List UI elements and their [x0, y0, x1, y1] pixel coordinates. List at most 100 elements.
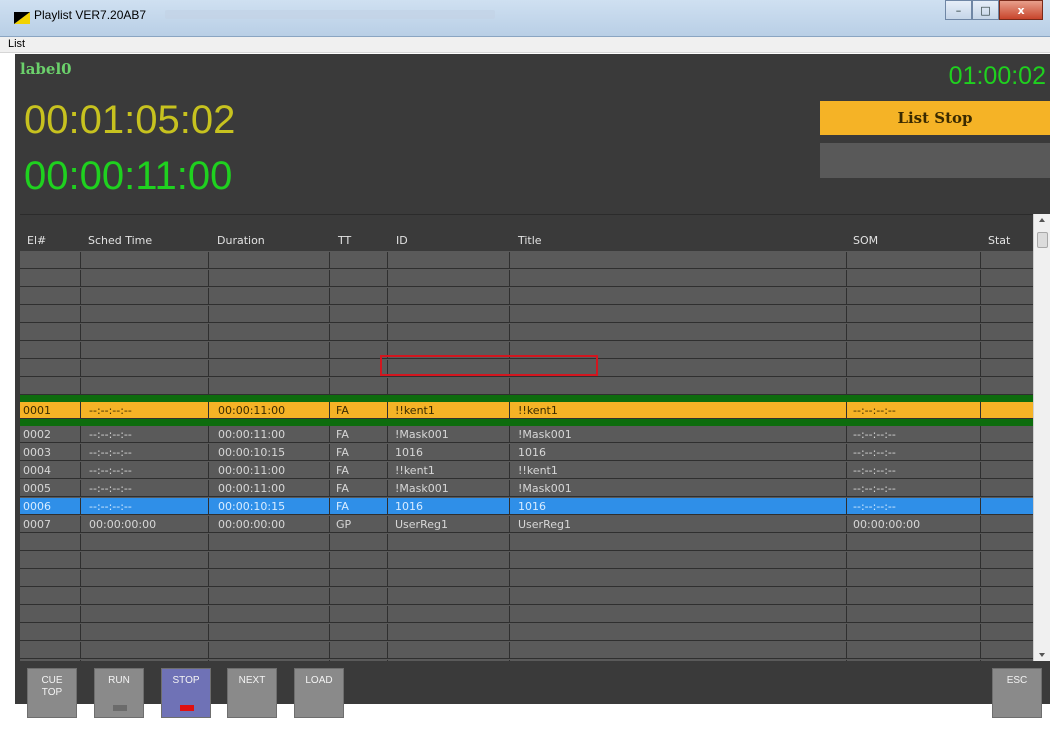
grid-column-divider: [509, 462, 510, 478]
grid-column-divider: [509, 624, 510, 640]
empty-row[interactable]: [20, 534, 1033, 551]
grid-column-divider: [208, 570, 209, 586]
empty-row[interactable]: [20, 642, 1033, 659]
empty-row[interactable]: [20, 270, 1033, 287]
cell-duration: 00:00:10:15: [218, 500, 286, 513]
grid-column-divider: [208, 288, 209, 304]
grid-column-divider: [387, 288, 388, 304]
col-header-tt[interactable]: TT: [338, 234, 351, 247]
empty-row[interactable]: [20, 360, 1033, 377]
grid-column-divider: [80, 402, 81, 418]
grid-column-divider: [509, 270, 510, 286]
col-header-som[interactable]: SOM: [853, 234, 878, 247]
cell-tt: FA: [336, 464, 349, 477]
grid-column-divider: [387, 462, 388, 478]
grid-column-divider: [980, 288, 981, 304]
stop-button[interactable]: STOP: [161, 668, 211, 718]
col-header-title[interactable]: Title: [518, 234, 542, 247]
empty-row[interactable]: [20, 660, 1033, 661]
grid-column-divider: [329, 480, 330, 496]
empty-row[interactable]: [20, 552, 1033, 569]
col-header-sched-time[interactable]: Sched Time: [88, 234, 152, 247]
grid-column-divider: [846, 570, 847, 586]
grid-column-divider: [980, 660, 981, 661]
table-row[interactable]: 0004 --:--:--:-- 00:00:11:00 FA !!kent1 !!ken…: [20, 462, 1033, 479]
next-label: NEXT: [238, 675, 266, 686]
grid-column-divider: [846, 606, 847, 622]
col-header-stat[interactable]: Stat: [988, 234, 1010, 247]
cell-el: 0005: [23, 482, 51, 495]
list-status-badge: List Stop: [820, 101, 1050, 135]
table-row[interactable]: 0006 --:--:--:-- 00:00:10:15 FA 1016 1016 --:-…: [20, 498, 1033, 515]
grid-column-divider: [509, 342, 510, 358]
playlist-grid[interactable]: El# Sched Time Duration TT ID Title SOM …: [20, 214, 1033, 661]
cue-top-button[interactable]: CUE TOP: [27, 668, 77, 718]
next-button[interactable]: NEXT: [227, 668, 277, 718]
table-row[interactable]: 0007 00:00:00:00 00:00:00:00 GP UserReg1 User…: [20, 516, 1033, 533]
grid-column-divider: [509, 402, 510, 418]
grid-column-divider: [509, 498, 510, 514]
empty-row[interactable]: [20, 606, 1033, 623]
grid-column-divider: [329, 606, 330, 622]
empty-row[interactable]: [20, 342, 1033, 359]
cell-sched: --:--:--:--: [89, 482, 132, 495]
grid-column-divider: [846, 462, 847, 478]
scroll-up-icon[interactable]: [1039, 218, 1045, 222]
grid-column-divider: [80, 306, 81, 322]
cell-id: UserReg1: [395, 518, 448, 531]
grid-column-divider: [846, 660, 847, 661]
grid-column-divider: [509, 516, 510, 532]
load-label: LOAD: [305, 675, 333, 686]
cell-som: --:--:--:--: [853, 404, 896, 417]
grid-column-divider: [208, 324, 209, 340]
menu-list[interactable]: List: [8, 38, 25, 50]
grid-column-divider: [846, 306, 847, 322]
scroll-down-icon[interactable]: [1039, 653, 1045, 657]
grid-column-divider: [509, 534, 510, 550]
remaining-timer: 00:00:11:00: [24, 154, 233, 198]
grid-scrollbar[interactable]: [1033, 214, 1050, 661]
grid-column-divider: [980, 426, 981, 442]
close-button[interactable]: x: [999, 0, 1043, 20]
empty-row[interactable]: [20, 588, 1033, 605]
esc-button[interactable]: ESC: [992, 668, 1042, 718]
col-header-el[interactable]: El#: [27, 234, 46, 247]
grid-column-divider: [846, 252, 847, 268]
grid-column-divider: [387, 324, 388, 340]
table-row[interactable]: 0003 --:--:--:-- 00:00:10:15 FA 1016 1016 --:-…: [20, 444, 1033, 461]
grid-column-divider: [509, 378, 510, 394]
grid-column-divider: [80, 552, 81, 568]
col-header-duration[interactable]: Duration: [217, 234, 265, 247]
cell-som: 00:00:00:00: [853, 518, 921, 531]
grid-column-divider: [329, 660, 330, 661]
grid-column-divider: [846, 516, 847, 532]
table-row[interactable]: 0005 --:--:--:-- 00:00:11:00 FA !Mask001 !Mas…: [20, 480, 1033, 497]
grid-column-divider: [846, 588, 847, 604]
table-row-current[interactable]: 0001 --:--:--:-- 00:00:11:00 FA !!kent1 !!ken…: [20, 402, 1033, 419]
cell-duration: 00:00:10:15: [218, 446, 286, 459]
grid-column-divider: [387, 342, 388, 358]
run-button[interactable]: RUN: [94, 668, 144, 718]
grid-column-divider: [509, 552, 510, 568]
grid-column-divider: [980, 624, 981, 640]
empty-row[interactable]: [20, 624, 1033, 641]
empty-row[interactable]: [20, 378, 1033, 395]
maximize-button[interactable]: □: [972, 0, 999, 20]
grid-column-divider: [208, 642, 209, 658]
empty-row[interactable]: [20, 288, 1033, 305]
cell-duration: 00:00:11:00: [218, 464, 286, 477]
scroll-thumb[interactable]: [1037, 232, 1048, 248]
grid-column-divider: [980, 402, 981, 418]
col-header-id[interactable]: ID: [396, 234, 408, 247]
empty-row[interactable]: [20, 324, 1033, 341]
minimize-button[interactable]: –: [945, 0, 972, 20]
current-row-separator-bottom: [20, 419, 1033, 426]
load-button[interactable]: LOAD: [294, 668, 344, 718]
table-row[interactable]: 0002 --:--:--:-- 00:00:11:00 FA !Mask001 !Mas…: [20, 426, 1033, 443]
cell-duration: 00:00:11:00: [218, 482, 286, 495]
cell-som: --:--:--:--: [853, 446, 896, 459]
empty-row[interactable]: [20, 570, 1033, 587]
empty-row[interactable]: [20, 306, 1033, 323]
empty-row[interactable]: [20, 252, 1033, 269]
grid-column-divider: [980, 342, 981, 358]
